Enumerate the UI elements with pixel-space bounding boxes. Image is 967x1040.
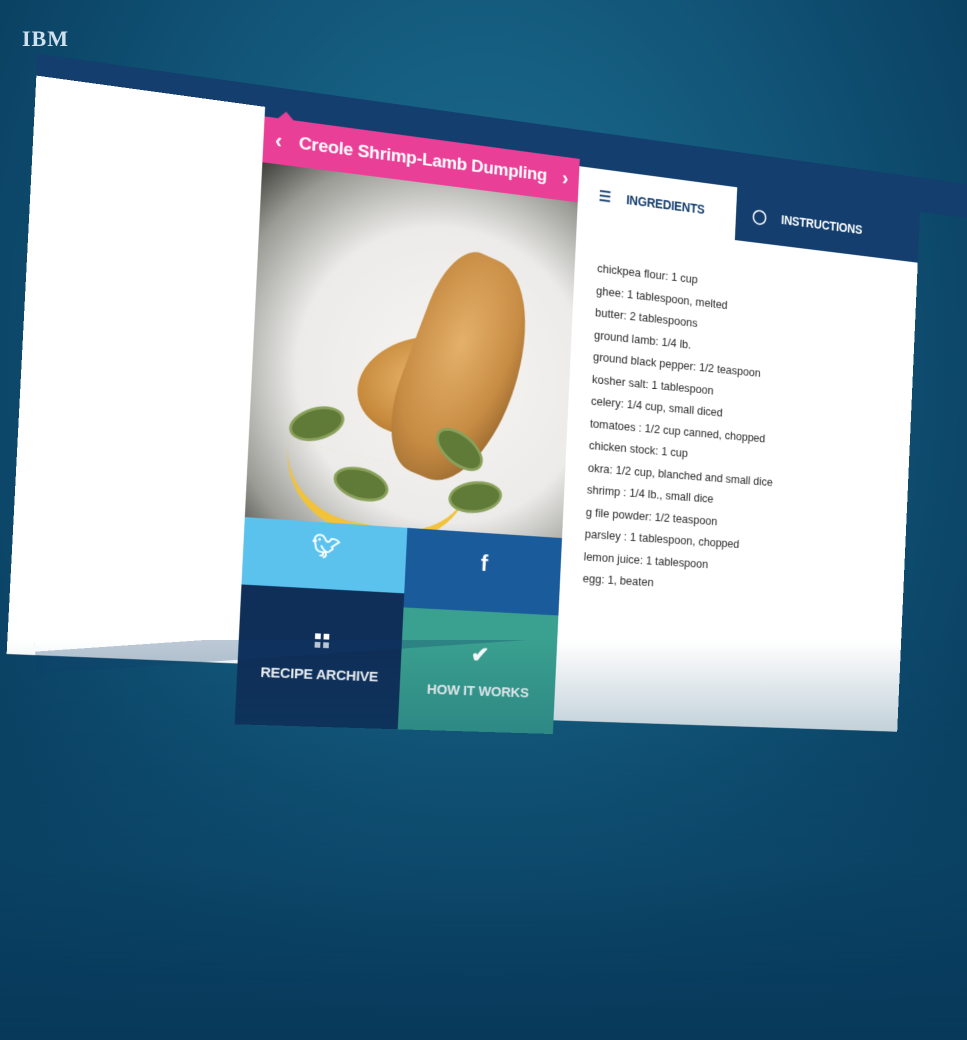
stage: ‹ Creole Shrimp-Lamb Dumpling › 🐦︎ f REC… — [0, 0, 967, 1040]
recipe-column: ‹ Creole Shrimp-Lamb Dumpling › 🐦︎ f REC… — [234, 110, 580, 735]
list-icon: ☰ — [598, 188, 612, 206]
left-blank-area — [6, 75, 266, 664]
twitter-icon: 🐦︎ — [311, 533, 342, 561]
ingredient-list: chickpea flour: 1 cup ghee: 1 tablespoon,… — [582, 258, 782, 601]
mixing-bowl-icon: ◯ — [751, 208, 767, 226]
recipe-panel: ‹ Creole Shrimp-Lamb Dumpling › 🐦︎ f REC… — [4, 53, 967, 742]
facebook-icon: f — [480, 550, 489, 577]
check-icon: ✔ — [470, 642, 490, 668]
share-grid: 🐦︎ f RECIPE ARCHIVE ✔ HOW IT WORKS — [234, 517, 563, 735]
tab-ingredients-label: INGREDIENTS — [625, 192, 705, 217]
grid-icon — [314, 632, 329, 648]
next-recipe-button[interactable]: › — [561, 167, 568, 191]
how-it-works-label: HOW IT WORKS — [426, 681, 530, 701]
recipe-details: ☰ INGREDIENTS ◯ INSTRUCTIONS chickpea fl… — [553, 166, 920, 732]
tab-instructions-label: INSTRUCTIONS — [780, 212, 863, 237]
recipe-archive-button[interactable]: RECIPE ARCHIVE — [234, 584, 405, 730]
recipe-archive-label: RECIPE ARCHIVE — [260, 663, 379, 685]
recipe-photo — [244, 162, 578, 539]
okra-garnish — [284, 400, 349, 447]
how-it-works-button[interactable]: ✔ HOW IT WORKS — [397, 607, 559, 735]
facebook-share-button[interactable]: f — [403, 527, 563, 616]
twitter-share-button[interactable]: 🐦︎ — [241, 517, 408, 594]
prev-recipe-button[interactable]: ‹ — [274, 128, 283, 154]
